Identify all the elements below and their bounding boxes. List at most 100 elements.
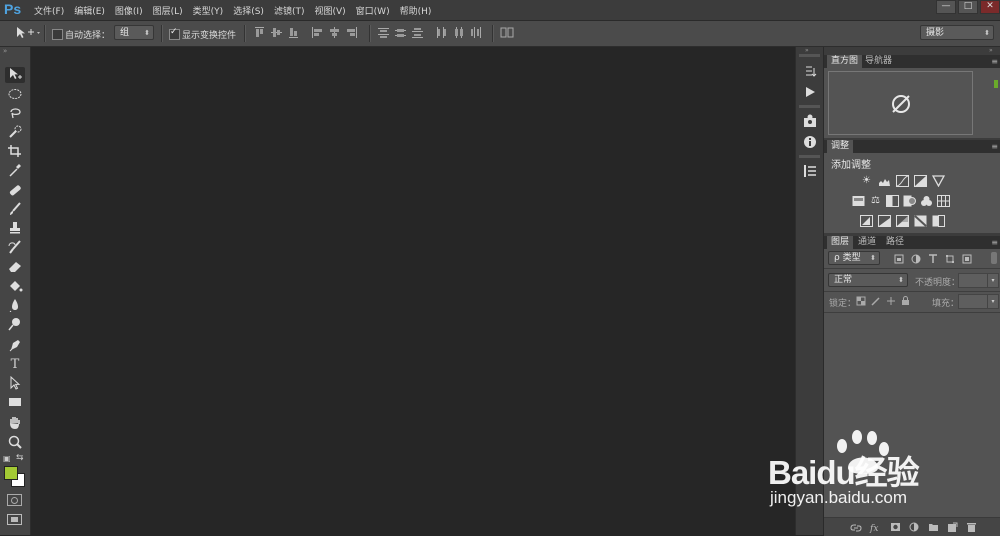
paint-bucket-tool-icon[interactable] bbox=[5, 279, 25, 295]
tab-histogram[interactable]: 直方图 bbox=[827, 55, 863, 68]
filter-toggle-switch[interactable] bbox=[991, 252, 997, 264]
actions-panel-icon[interactable] bbox=[802, 85, 818, 99]
eraser-tool-icon[interactable] bbox=[5, 259, 25, 275]
separator bbox=[492, 25, 494, 42]
hand-tool-icon[interactable] bbox=[5, 416, 25, 432]
type-tool-icon[interactable]: T bbox=[5, 357, 25, 373]
layer-comps-panel-icon[interactable] bbox=[802, 164, 818, 178]
lock-position-icon bbox=[887, 297, 895, 305]
auto-select-checkbox[interactable] bbox=[52, 29, 63, 40]
fill-input[interactable] bbox=[958, 294, 988, 309]
menu-window[interactable]: 窗口(W) bbox=[356, 4, 395, 17]
invert-icon[interactable] bbox=[860, 215, 873, 227]
menu-edit[interactable]: 编辑(E) bbox=[74, 4, 110, 17]
fill-label: 填充： bbox=[932, 299, 960, 309]
foreground-color-swatch[interactable] bbox=[4, 466, 18, 480]
show-transform-checkbox[interactable] bbox=[169, 27, 180, 40]
panel-menu-icon[interactable]: ≡ bbox=[991, 142, 998, 151]
exposure-icon[interactable] bbox=[914, 175, 927, 187]
properties-panel-icon[interactable] bbox=[802, 114, 818, 128]
distribute-hcenter-icon bbox=[455, 27, 463, 38]
menu-type[interactable]: 类型(Y) bbox=[193, 4, 229, 17]
threshold-icon[interactable] bbox=[896, 215, 909, 227]
minimize-button[interactable]: — bbox=[936, 0, 956, 14]
collapse-strip-icon[interactable]: » bbox=[805, 47, 809, 54]
tab-channels[interactable]: 通道 bbox=[854, 236, 880, 249]
info-panel-icon[interactable] bbox=[802, 135, 818, 149]
lock-label: 锁定： bbox=[829, 299, 857, 309]
menu-view[interactable]: 视图(V) bbox=[314, 4, 350, 17]
document-canvas-area[interactable] bbox=[31, 47, 793, 535]
add-adjustment-title: 添加调整 bbox=[831, 160, 871, 171]
menu-file[interactable]: 文件(F) bbox=[34, 4, 69, 17]
menu-filter[interactable]: 滤镜(T) bbox=[274, 4, 310, 17]
rectangle-tool-icon[interactable] bbox=[5, 395, 25, 411]
zoom-tool-icon[interactable] bbox=[5, 435, 25, 451]
window-controls: — □ ✕ bbox=[934, 0, 1000, 14]
default-colors-icon[interactable]: ▣ bbox=[3, 454, 11, 463]
history-brush-tool-icon[interactable] bbox=[5, 240, 25, 256]
photo-filter-icon[interactable] bbox=[903, 195, 916, 207]
move-tool-preset-icon[interactable] bbox=[15, 26, 43, 40]
menu-select[interactable]: 选择(S) bbox=[233, 4, 269, 17]
dodge-tool-icon[interactable] bbox=[5, 317, 25, 333]
quick-mask-icon[interactable] bbox=[7, 494, 22, 506]
blur-tool-icon[interactable] bbox=[5, 298, 25, 314]
curves-icon[interactable] bbox=[896, 175, 909, 187]
move-tool-icon[interactable] bbox=[5, 67, 25, 83]
close-button[interactable]: ✕ bbox=[980, 0, 1000, 14]
photoshop-logo: Ps bbox=[4, 1, 22, 17]
history-panel-icon[interactable] bbox=[802, 65, 818, 79]
fill-slider-button[interactable]: ▾ bbox=[987, 294, 999, 309]
quick-selection-tool-icon[interactable] bbox=[5, 125, 25, 141]
auto-select-target-dropdown[interactable]: 组 ⬍ bbox=[114, 25, 154, 40]
tab-navigator[interactable]: 导航器 bbox=[861, 55, 896, 68]
hue-saturation-icon[interactable] bbox=[852, 195, 865, 207]
separator bbox=[44, 25, 46, 42]
tab-adjustments[interactable]: 调整 bbox=[827, 140, 854, 153]
spot-healing-brush-tool-icon[interactable] bbox=[5, 183, 25, 199]
panel-menu-icon[interactable]: ≡ bbox=[991, 57, 998, 66]
levels-icon[interactable] bbox=[878, 175, 891, 187]
screen-mode-icon[interactable] bbox=[7, 514, 22, 525]
pen-tool-icon[interactable] bbox=[5, 338, 25, 354]
tab-paths[interactable]: 路径 bbox=[882, 236, 908, 249]
color-lookup-icon[interactable] bbox=[937, 195, 950, 207]
path-selection-tool-icon[interactable] bbox=[5, 375, 25, 392]
brush-tool-icon[interactable] bbox=[5, 202, 25, 218]
auto-select-target-value: 组 bbox=[120, 28, 130, 38]
clone-stamp-tool-icon[interactable] bbox=[5, 221, 25, 237]
collapse-toolbar-icon[interactable]: » bbox=[3, 47, 7, 55]
selective-color-icon[interactable] bbox=[914, 215, 927, 227]
blend-mode-dropdown[interactable]: 正常 ⬍ bbox=[828, 273, 908, 287]
lasso-tool-icon[interactable] bbox=[5, 106, 25, 122]
layer-filter-dropdown[interactable]: ρ 类型 ⬍ bbox=[828, 251, 880, 265]
show-transform-label: 显示变换控件 bbox=[182, 31, 237, 41]
elliptical-marquee-tool-icon[interactable] bbox=[5, 87, 25, 103]
opacity-input[interactable] bbox=[958, 273, 988, 288]
opacity-slider-button[interactable]: ▾ bbox=[987, 273, 999, 288]
auto-align-layers-icon[interactable] bbox=[500, 26, 514, 40]
panel-menu-icon[interactable]: ≡ bbox=[991, 238, 998, 247]
black-white-icon[interactable] bbox=[886, 195, 899, 207]
collapse-panels-icon[interactable]: » bbox=[989, 47, 993, 54]
crop-tool-icon[interactable] bbox=[5, 144, 25, 160]
vibrance-icon[interactable] bbox=[931, 175, 946, 188]
color-balance-icon[interactable]: ⚖ bbox=[869, 195, 882, 207]
brightness-contrast-icon[interactable]: ☀ bbox=[860, 175, 873, 187]
menu-help[interactable]: 帮助(H) bbox=[400, 4, 437, 17]
tab-layers[interactable]: 图层 bbox=[827, 236, 854, 249]
blend-mode-value: 正常 bbox=[834, 275, 853, 285]
workspace-dropdown[interactable]: 摄影 ⬍ bbox=[920, 25, 994, 40]
swap-colors-icon[interactable]: ⇆ bbox=[16, 453, 24, 463]
posterize-icon[interactable] bbox=[878, 215, 891, 227]
channel-mixer-icon[interactable] bbox=[920, 195, 933, 207]
menu-layer[interactable]: 图层(L) bbox=[153, 4, 188, 17]
chevron-updown-icon: ⬍ bbox=[898, 276, 904, 284]
gradient-map-icon[interactable] bbox=[932, 215, 945, 227]
align-right-icon bbox=[347, 27, 357, 38]
menu-image[interactable]: 图像(I) bbox=[115, 4, 148, 17]
maximize-button[interactable]: □ bbox=[958, 0, 978, 14]
eyedropper-tool-icon[interactable] bbox=[5, 163, 25, 179]
strip-grip bbox=[799, 105, 820, 108]
